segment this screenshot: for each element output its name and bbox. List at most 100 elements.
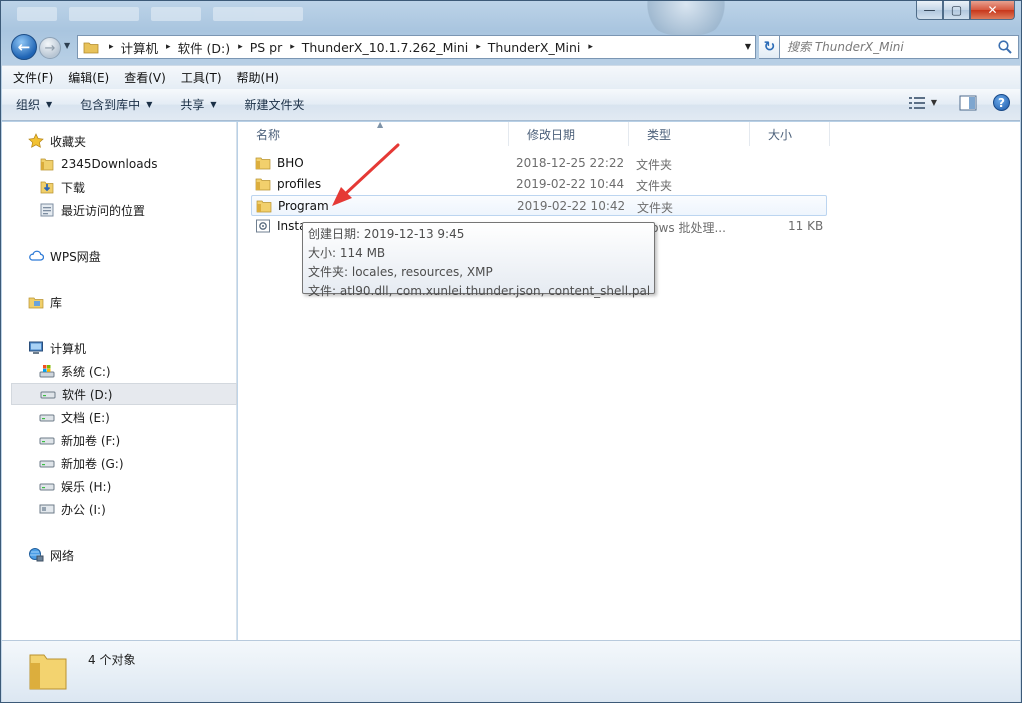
maximize-button[interactable]: ▢ bbox=[943, 1, 970, 20]
menu-bar: 文件(F) 编辑(E) 查看(V) 工具(T) 帮助(H) bbox=[2, 65, 1020, 89]
menu-file[interactable]: 文件(F) bbox=[13, 69, 53, 86]
sidebar-item-recent-places[interactable]: 最近访问的位置 bbox=[39, 199, 145, 221]
details-pane: 4 个对象 bbox=[2, 640, 1020, 702]
share-button[interactable]: 共享 ▼ bbox=[180, 96, 216, 113]
sidebar-item-drive-d[interactable]: 软件 (D:) bbox=[11, 383, 237, 405]
crumb-separator[interactable]: ▸ bbox=[238, 42, 243, 52]
window-controls: — ▢ ✕ bbox=[916, 1, 1015, 20]
sidebar-item-drive-c[interactable]: 系统 (C:) bbox=[39, 360, 111, 382]
crumb-separator[interactable]: ▸ bbox=[588, 42, 593, 52]
sort-ascending-icon: ▲ bbox=[377, 120, 384, 129]
crumb-separator[interactable]: ▸ bbox=[476, 42, 481, 52]
sidebar-item-2345downloads[interactable]: 2345Downloads bbox=[39, 153, 157, 175]
libraries-label: 库 bbox=[50, 295, 63, 310]
sidebar-item-computer[interactable]: 计算机 bbox=[28, 337, 86, 359]
item-count: 4 个对象 bbox=[88, 653, 136, 667]
downloads-2345-label: 2345Downloads bbox=[61, 157, 158, 171]
sidebar-item-drive-i[interactable]: 办公 (I:) bbox=[39, 498, 106, 520]
folder-info-tooltip: 创建日期: 2019-12-13 9:45 大小: 114 MB 文件夹: lo… bbox=[302, 222, 655, 298]
breadcrumb-ps-pr[interactable]: PS pr bbox=[248, 36, 285, 58]
column-header-size[interactable]: 大小 bbox=[750, 122, 830, 146]
menu-view[interactable]: 查看(V) bbox=[124, 69, 166, 86]
column-header-modified[interactable]: 修改日期 bbox=[509, 122, 629, 146]
breadcrumb-drive-d[interactable]: 软件 (D:) bbox=[176, 36, 233, 58]
batch-file-icon bbox=[256, 219, 270, 233]
minimize-button[interactable]: — bbox=[916, 1, 943, 20]
column-name-label: 名称 bbox=[256, 127, 281, 142]
crumb-separator[interactable]: ▸ bbox=[166, 42, 171, 52]
crumb-separator[interactable]: ▸ bbox=[109, 42, 114, 52]
file-name: profiles bbox=[277, 177, 322, 191]
favorites-label: 收藏夹 bbox=[50, 134, 87, 149]
system-drive-icon bbox=[39, 365, 55, 378]
view-options-dropdown-icon[interactable]: ▼ bbox=[931, 98, 937, 107]
search-input[interactable] bbox=[787, 40, 987, 54]
menu-help[interactable]: 帮助(H) bbox=[237, 69, 279, 86]
file-type: 文件夹 bbox=[636, 179, 673, 193]
search-icon[interactable] bbox=[997, 39, 1013, 55]
file-name: BHO bbox=[277, 156, 304, 170]
folder-icon bbox=[83, 42, 99, 54]
folder-icon bbox=[255, 157, 271, 170]
sidebar-item-favorites[interactable]: 收藏夹 bbox=[28, 130, 86, 152]
column-type-label: 类型 bbox=[647, 127, 672, 142]
back-button[interactable]: ← bbox=[11, 34, 37, 60]
crumb-separator[interactable]: ▸ bbox=[290, 42, 295, 52]
red-arrow-annotation-icon bbox=[332, 143, 400, 206]
drive-icon bbox=[39, 483, 55, 491]
refresh-button[interactable]: ↻ bbox=[759, 35, 781, 59]
sidebar-item-drive-h[interactable]: 娱乐 (H:) bbox=[39, 475, 111, 497]
network-label: 网络 bbox=[50, 548, 75, 563]
sidebar-item-downloads[interactable]: 下载 bbox=[39, 176, 85, 198]
include-in-library-button[interactable]: 包含到库中 ▼ bbox=[80, 96, 152, 113]
help-icon[interactable]: ? bbox=[993, 94, 1010, 111]
sidebar-item-drive-e[interactable]: 文档 (E:) bbox=[39, 406, 110, 428]
downloads-label: 下载 bbox=[61, 180, 86, 195]
sidebar-item-network[interactable]: 网络 bbox=[28, 544, 74, 566]
breadcrumb-thunderx-version[interactable]: ThunderX_10.1.7.262_Mini bbox=[300, 36, 470, 58]
tooltip-files: 文件: atl90.dll, com.xunlei.thunder.json, … bbox=[308, 284, 649, 298]
organize-label: 组织 bbox=[16, 98, 41, 112]
folder-icon bbox=[40, 158, 54, 171]
search-box[interactable] bbox=[779, 35, 1019, 59]
usb-drive-icon bbox=[39, 504, 55, 514]
drive-i-label: 办公 (I:) bbox=[61, 502, 106, 517]
breadcrumb-computer[interactable]: 计算机 bbox=[119, 36, 161, 58]
explorer-window: — ▢ ✕ ← → ▼ ▸ 计算机 ▸ 软件 (D:) ▸ PS pr ▸ Th… bbox=[0, 0, 1022, 703]
chevron-down-icon: ▼ bbox=[210, 100, 217, 109]
close-button[interactable]: ✕ bbox=[970, 1, 1015, 20]
file-modified: 2019-02-22 10:42 bbox=[517, 199, 626, 213]
download-folder-icon bbox=[40, 181, 54, 194]
sidebar-item-libraries[interactable]: 库 bbox=[28, 291, 62, 313]
drive-e-label: 文档 (E:) bbox=[61, 410, 110, 425]
include-library-label: 包含到库中 bbox=[80, 98, 141, 112]
column-header-type[interactable]: 类型 bbox=[629, 122, 750, 146]
drive-f-label: 新加卷 (F:) bbox=[61, 433, 121, 448]
title-bar: — ▢ ✕ bbox=[1, 1, 1021, 35]
forward-button[interactable]: → bbox=[39, 37, 61, 59]
address-bar[interactable]: ▸ 计算机 ▸ 软件 (D:) ▸ PS pr ▸ ThunderX_10.1.… bbox=[77, 35, 756, 59]
change-view-icon[interactable] bbox=[908, 96, 925, 110]
preview-pane-icon[interactable] bbox=[959, 95, 977, 111]
menu-edit[interactable]: 编辑(E) bbox=[68, 69, 109, 86]
new-folder-button[interactable]: 新建文件夹 bbox=[245, 96, 305, 113]
organize-button[interactable]: 组织 ▼ bbox=[16, 96, 52, 113]
drive-icon bbox=[39, 437, 55, 445]
drive-g-label: 新加卷 (G:) bbox=[61, 456, 124, 471]
menu-tools[interactable]: 工具(T) bbox=[181, 69, 222, 86]
tooltip-created: 创建日期: 2019-12-13 9:45 bbox=[308, 227, 465, 241]
sidebar-item-wps-cloud[interactable]: WPS网盘 bbox=[28, 245, 101, 267]
drive-h-label: 娱乐 (H:) bbox=[61, 479, 112, 494]
breadcrumb-thunderx-mini[interactable]: ThunderX_Mini bbox=[486, 36, 583, 58]
sidebar-item-drive-f[interactable]: 新加卷 (F:) bbox=[39, 429, 120, 451]
library-icon bbox=[28, 297, 44, 309]
sidebar-item-drive-g[interactable]: 新加卷 (G:) bbox=[39, 452, 124, 474]
navigation-row: ← → ▼ ▸ 计算机 ▸ 软件 (D:) ▸ PS pr ▸ ThunderX… bbox=[7, 31, 1019, 63]
file-modified: 2019-02-22 10:44 bbox=[516, 177, 625, 191]
tooltip-folders: 文件夹: locales, resources, XMP bbox=[308, 265, 493, 279]
drive-icon bbox=[39, 460, 55, 468]
address-dropdown-icon[interactable]: ▼ bbox=[745, 42, 751, 51]
recent-pages-dropdown-icon[interactable]: ▼ bbox=[64, 41, 70, 50]
folder-icon bbox=[256, 200, 272, 213]
wps-cloud-label: WPS网盘 bbox=[50, 249, 101, 264]
